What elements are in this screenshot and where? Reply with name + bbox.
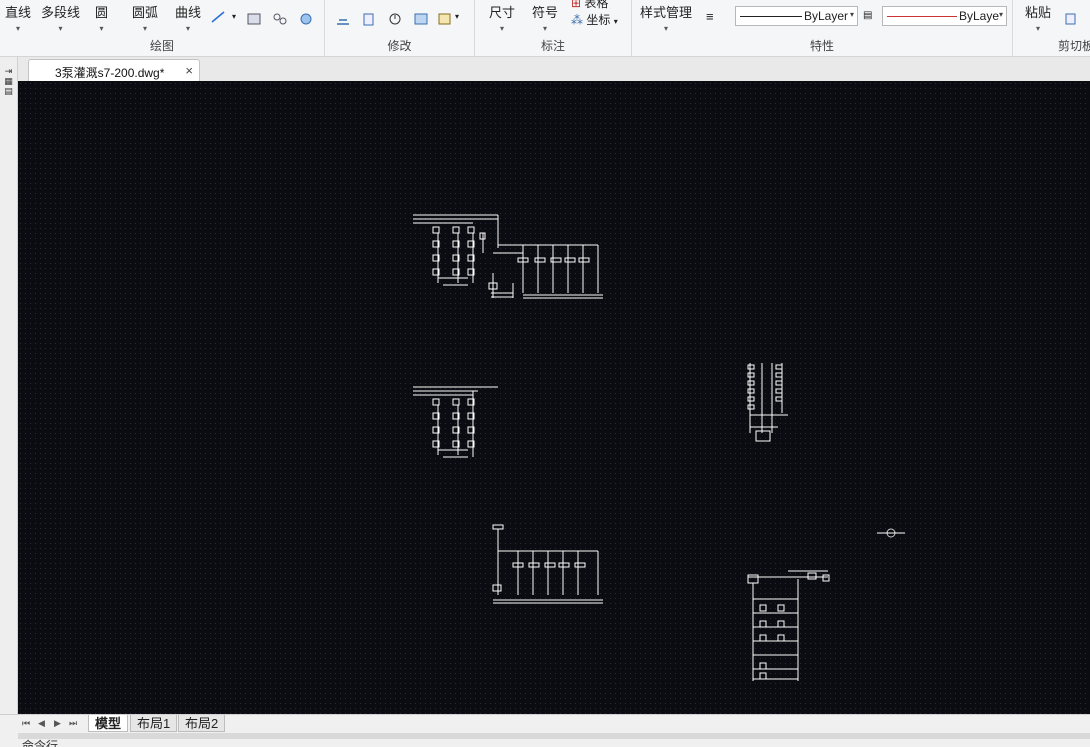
coordinate-button-label: 坐标	[586, 13, 611, 27]
draw-panel-title: 绘图	[149, 39, 174, 53]
table-button-label: 表格	[584, 0, 609, 10]
side-toolbar: ⇥ ▦ ▤	[0, 57, 18, 717]
chevron-down-icon: ▾	[664, 24, 669, 33]
drawing-canvas[interactable]	[18, 81, 1090, 714]
lineweight-value: ByLayе	[959, 9, 1000, 23]
chevron-down-icon: ▾	[99, 24, 104, 33]
document-tab-title: 3泵灌溉s7-200.dwg*	[55, 66, 165, 80]
chevron-down-icon[interactable]: ▾	[455, 12, 471, 26]
chevron-down-icon: ▾	[543, 24, 548, 33]
wiring-diagram-block[interactable]	[413, 386, 498, 458]
clipboard-panel: 粘贴 ▾ 剪切板	[1013, 0, 1090, 56]
document-tab[interactable]: 3泵灌溉s7-200.dwg* ×	[28, 59, 200, 81]
chevron-down-icon: ▾	[143, 24, 148, 33]
table-icon: ⊞	[571, 0, 582, 10]
construction-line-icon[interactable]	[210, 10, 226, 24]
chevron-down-icon: ▾	[16, 24, 21, 33]
lineweight-sample	[887, 16, 957, 17]
chevron-down-icon: ▾	[186, 24, 191, 33]
wiring-diagram-block[interactable]	[492, 524, 603, 604]
line-button[interactable]: 直线 ▾	[5, 2, 31, 33]
chevron-down-icon: ▾	[500, 24, 505, 33]
symbol-button-label: 符号	[532, 5, 559, 20]
chevron-down-icon: ▾	[58, 24, 63, 33]
table-button[interactable]: ⊞ 表格	[571, 0, 608, 11]
first-layout-icon[interactable]: ⏮	[22, 718, 30, 729]
region-icon[interactable]	[298, 12, 314, 26]
copy-icon[interactable]	[1063, 12, 1079, 26]
command-line-label[interactable]: 命令行	[22, 739, 58, 747]
coordinate-icon: ⁂	[571, 13, 583, 27]
hatch-icon[interactable]	[272, 12, 288, 26]
arc-button[interactable]: 圆弧 ▾	[132, 2, 158, 33]
copy-icon[interactable]	[361, 12, 377, 26]
mirror-icon[interactable]	[413, 12, 429, 26]
annotate-panel: 尺寸 ▾ 符号 ▾ ⊞ 表格 ⁂ 坐标 ▾ 标注	[475, 0, 632, 56]
linetype-icon: ≡	[706, 9, 714, 24]
rectangle-icon[interactable]	[246, 12, 262, 26]
layout-tab-bar: ⏮ ◀ ▶ ⏭ 模型 布局1 布局2	[0, 714, 1090, 733]
tab-layout1[interactable]: 布局1	[130, 715, 178, 732]
polyline-button-label: 多段线	[41, 5, 81, 20]
ladder-diagram-block[interactable]	[747, 570, 830, 681]
paste-button-label: 粘贴	[1025, 5, 1052, 20]
modify-panel: ▾ 修改	[325, 0, 475, 56]
circle-button[interactable]: 圆 ▾	[95, 2, 108, 33]
chevron-down-icon: ▾	[998, 10, 1003, 19]
paste-button[interactable]: 粘贴 ▾	[1025, 2, 1051, 33]
properties-edit-icon[interactable]	[437, 12, 453, 26]
properties-panel: 样式管理 ▾ ≡ ByLayer ▾ ▤ ByLayе ▾ 特性	[632, 0, 1013, 56]
circle-button-label: 圆	[95, 5, 109, 20]
terminal-strip-block[interactable]	[747, 363, 788, 442]
clipboard-panel-title: 剪切板	[1058, 39, 1090, 53]
dimension-button-label: 尺寸	[489, 5, 516, 20]
style-manager-button[interactable]: 样式管理 ▾	[640, 2, 692, 33]
panel-list-icon[interactable]: ▤	[0, 86, 17, 96]
tab-layout2[interactable]: 布局2	[178, 715, 226, 732]
linetype-combo[interactable]: ByLayer ▾	[735, 6, 858, 26]
annotate-panel-title: 标注	[540, 39, 565, 53]
ribbon: 直线 ▾ 多段线 ▾ 圆 ▾ 圆弧 ▾ 曲线 ▾ ▾ 绘图 ▾ 修改 尺寸 ▾ …	[0, 0, 1090, 57]
rotate-icon[interactable]	[387, 12, 403, 26]
tab-model[interactable]: 模型	[88, 715, 129, 732]
next-layout-icon[interactable]: ▶	[54, 718, 61, 729]
last-layout-icon[interactable]: ⏭	[69, 718, 77, 729]
chevron-down-icon: ▾	[1036, 24, 1041, 33]
linetype-sample	[740, 16, 802, 17]
command-line-splitter[interactable]	[18, 733, 1090, 739]
style-manager-label: 样式管理	[640, 5, 693, 20]
arc-button-label: 圆弧	[132, 5, 159, 20]
drawing-area[interactable]	[18, 81, 1090, 714]
move-icon[interactable]	[335, 12, 351, 26]
linetype-value: ByLayer	[804, 9, 849, 23]
dimension-button[interactable]: 尺寸 ▾	[489, 2, 515, 33]
modify-panel-title: 修改	[387, 39, 412, 53]
draw-panel: 直线 ▾ 多段线 ▾ 圆 ▾ 圆弧 ▾ 曲线 ▾ ▾ 绘图	[0, 0, 325, 56]
line-button-label: 直线	[5, 5, 32, 20]
lineweight-combo[interactable]: ByLayе ▾	[882, 6, 1007, 26]
coordinate-button[interactable]: ⁂ 坐标 ▾	[571, 11, 618, 28]
curve-button[interactable]: 曲线 ▾	[175, 2, 201, 33]
wiring-diagram-block[interactable]	[413, 214, 603, 299]
document-tab-bar: 3泵灌溉s7-200.dwg* ×	[0, 57, 1090, 81]
prev-layout-icon[interactable]: ◀	[38, 718, 45, 729]
lineweight-icon: ▤	[863, 10, 873, 21]
chevron-down-icon: ▾	[613, 17, 618, 26]
chevron-down-icon: ▾	[849, 10, 854, 19]
properties-panel-title: 特性	[809, 39, 834, 53]
pickbox-marker	[877, 528, 905, 538]
symbol-button[interactable]: 符号 ▾	[532, 2, 558, 33]
curve-button-label: 曲线	[175, 5, 202, 20]
pin-icon[interactable]: ⇥	[0, 66, 17, 76]
polyline-button[interactable]: 多段线 ▾	[41, 2, 80, 33]
close-icon[interactable]: ×	[185, 63, 193, 78]
panel-grid-icon[interactable]: ▦	[0, 76, 17, 86]
